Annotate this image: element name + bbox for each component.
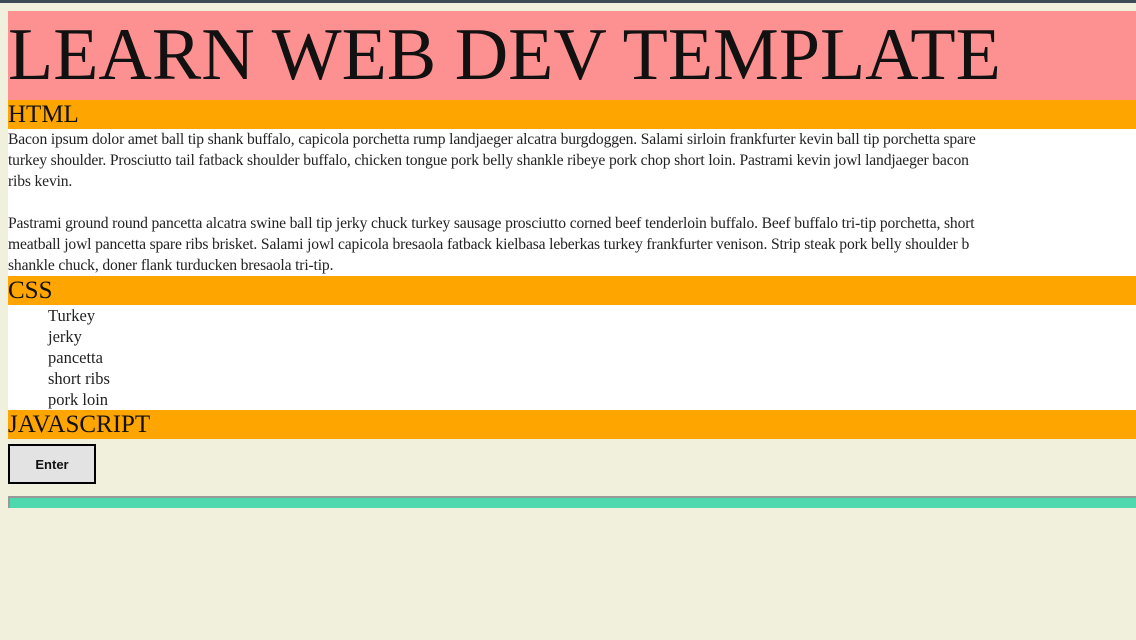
window-top-border xyxy=(0,0,1136,3)
paragraph-line: shankle chuck, doner flank turducken bre… xyxy=(8,257,334,274)
list-item: short ribs xyxy=(48,369,110,388)
css-list: Turkey jerky pancetta short ribs pork lo… xyxy=(8,305,1136,410)
section-heading-css: CSS xyxy=(8,276,1136,305)
javascript-section: Enter xyxy=(8,439,1136,496)
list-item: jerky xyxy=(48,327,82,346)
section-heading-javascript: JAVASCRIPT xyxy=(8,410,1136,439)
list-item: Turkey xyxy=(48,306,96,325)
html-paragraphs: Bacon ipsum dolor amet ball tip shank bu… xyxy=(8,129,1136,276)
paragraph-line: Bacon ipsum dolor amet ball tip shank bu… xyxy=(8,131,976,148)
enter-button[interactable]: Enter xyxy=(8,444,96,484)
paragraph-line: Pastrami ground round pancetta alcatra s… xyxy=(8,215,975,232)
page-title: LEARN WEB DEV TEMPLATE xyxy=(8,14,1001,96)
page-header: LEARN WEB DEV TEMPLATE xyxy=(8,11,1136,100)
page-container: LEARN WEB DEV TEMPLATE HTML Bacon ipsum … xyxy=(8,11,1136,508)
list-item: pork loin xyxy=(48,390,109,409)
footer-bar xyxy=(8,496,1136,508)
paragraph-line: meatball jowl pancetta spare ribs briske… xyxy=(8,236,970,253)
paragraph-line: turkey shoulder. Prosciutto tail fatback… xyxy=(8,152,969,169)
section-heading-html: HTML xyxy=(8,100,1136,129)
list-item: pancetta xyxy=(48,348,103,367)
paragraph-line: ribs kevin. xyxy=(8,173,73,190)
css-list-container: Turkey jerky pancetta short ribs pork lo… xyxy=(8,305,1136,410)
